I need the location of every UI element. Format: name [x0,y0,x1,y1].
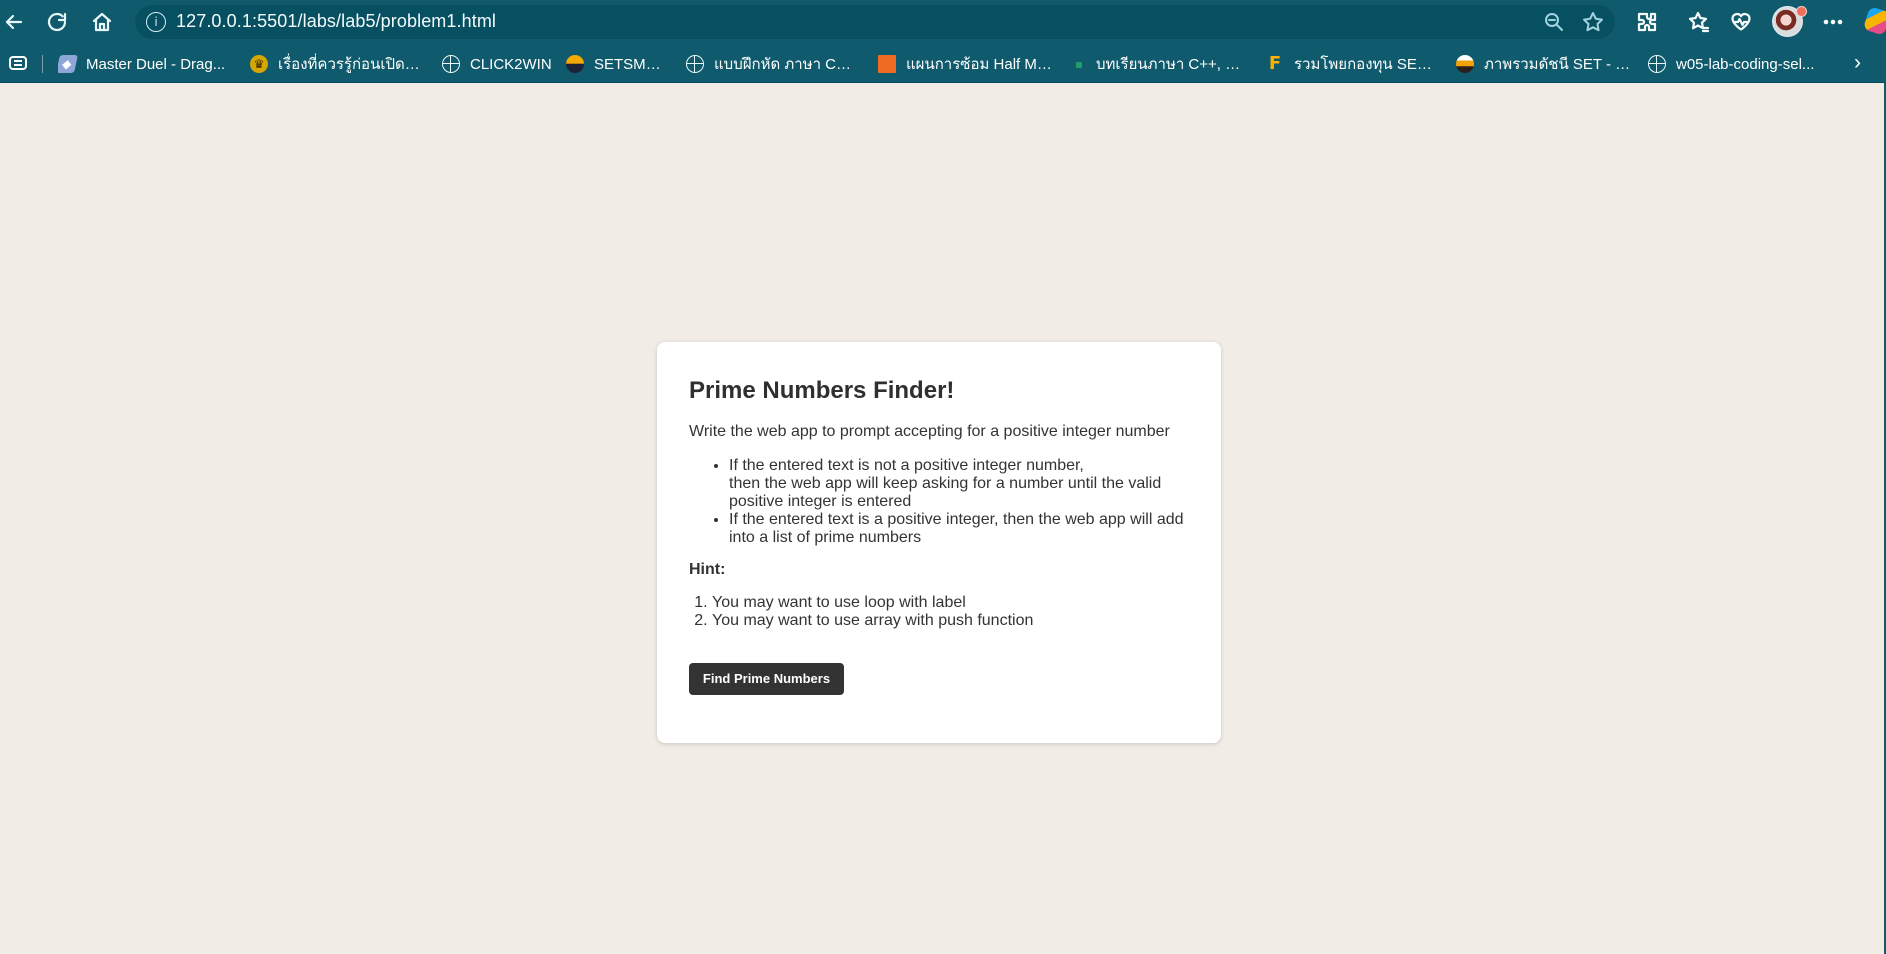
extensions-icon[interactable] [1634,9,1660,35]
bookmark-master-duel[interactable]: ◆ Master Duel - Drag... [58,53,226,75]
zoom-icon[interactable] [1542,10,1566,34]
site-info-icon[interactable]: i [146,12,166,32]
bookmark-cpp-lesson[interactable]: ▪ บทเรียนภาษา C++, สอ... [1074,53,1246,75]
favorite-star-icon[interactable] [1581,10,1605,34]
bookmarks-overflow-chevron-icon[interactable]: › [1854,52,1872,73]
bookmark-label: บทเรียนภาษา C++, สอ... [1096,56,1246,73]
globe-icon [1648,55,1666,73]
fund-icon: F [1268,53,1282,74]
bookmark-label: Master Duel - Drag... [86,55,226,73]
bookmark-label: แบบฝึกหัด ภาษา C++... [714,56,858,73]
orange-square-icon [878,55,896,73]
requirement-line: positive integer is entered [729,493,912,510]
requirements-list: If the entered text is not a positive in… [689,457,1189,547]
requirement-item: If the entered text is a positive intege… [729,511,1189,547]
bookmark-label: ภาพรวมดัชนี SET - ตล... [1484,56,1632,73]
globe-icon [686,55,704,73]
bookmark-half-marathon[interactable]: แผนการซ้อม Half Mar... [878,53,1054,75]
set-logo-icon [1456,55,1474,73]
back-arrow-icon[interactable] [1,9,27,35]
bookmark-setsmart[interactable]: SETSMART [566,53,670,75]
bookmark-label: SETSMART [594,55,670,73]
more-options-icon[interactable] [1820,9,1846,35]
green-icon: ▪ [1074,57,1084,71]
globe-icon [442,55,460,73]
bookmark-set50-funds[interactable]: F รวมโพยกองทุน SET50... [1266,53,1436,75]
set-logo-icon [566,55,584,73]
bookmark-w05-lab[interactable]: w05-lab-coding-sel... [1648,53,1822,75]
hint-list: You may want to use loop with label You … [689,594,1189,630]
intro-text: Write the web app to prompt accepting fo… [689,423,1170,440]
requirement-line: If the entered text is not a positive in… [729,457,1084,474]
home-icon[interactable] [89,9,115,35]
requirement-line: then the web app will keep asking for a … [729,475,1162,492]
copilot-icon[interactable] [1862,6,1886,36]
bookmarks-bar: ◆ Master Duel - Drag... ♛ เรื่องที่ควรรู… [0,44,1886,83]
address-url[interactable]: 127.0.0.1:5501/labs/lab5/problem1.html [176,11,496,32]
browser-essentials-icon[interactable] [1728,9,1754,35]
favorites-icon[interactable] [1685,9,1711,35]
requirement-line: If the entered text is a positive intege… [729,511,1184,528]
bookmark-label: w05-lab-coding-sel... [1676,55,1815,73]
bookmark-label: แผนการซ้อม Half Mar... [906,56,1054,73]
find-prime-numbers-button[interactable]: Find Prime Numbers [689,663,844,695]
collections-icon[interactable] [9,56,27,70]
browser-window: i 127.0.0.1:5501/labs/lab5/problem1.html [0,0,1886,954]
bookmark-label: รวมโพยกองทุน SET50... [1294,56,1436,73]
page-title: Prime Numbers Finder! [689,377,955,404]
bookmark-label: เรื่องที่ควรรู้ก่อนเปิดบัญ... [278,56,420,73]
bookmarks-divider [42,55,43,73]
hint-item: You may want to use array with push func… [712,612,1189,630]
browser-toolbar: i 127.0.0.1:5501/labs/lab5/problem1.html [0,0,1886,44]
requirement-item: If the entered text is not a positive in… [729,457,1189,511]
bookmark-thai-account[interactable]: ♛ เรื่องที่ควรรู้ก่อนเปิดบัญ... [250,53,420,75]
bookmark-click2win[interactable]: CLICK2WIN [442,53,552,75]
hint-item: You may want to use loop with label [712,594,1189,612]
bookmark-cpp-exercise[interactable]: แบบฝึกหัด ภาษา C++... [686,53,858,75]
bookmark-set-index[interactable]: ภาพรวมดัชนี SET - ตล... [1456,53,1632,75]
hint-heading: Hint: [689,561,726,578]
bookmark-label: CLICK2WIN [470,55,552,73]
game-icon: ◆ [58,55,78,73]
prime-finder-card: Prime Numbers Finder! Write the web app … [657,342,1221,743]
profile-notification-dot [1796,6,1807,17]
bank-icon: ♛ [250,55,268,73]
requirement-line: into a list of prime numbers [729,529,922,546]
refresh-icon[interactable] [44,9,70,35]
